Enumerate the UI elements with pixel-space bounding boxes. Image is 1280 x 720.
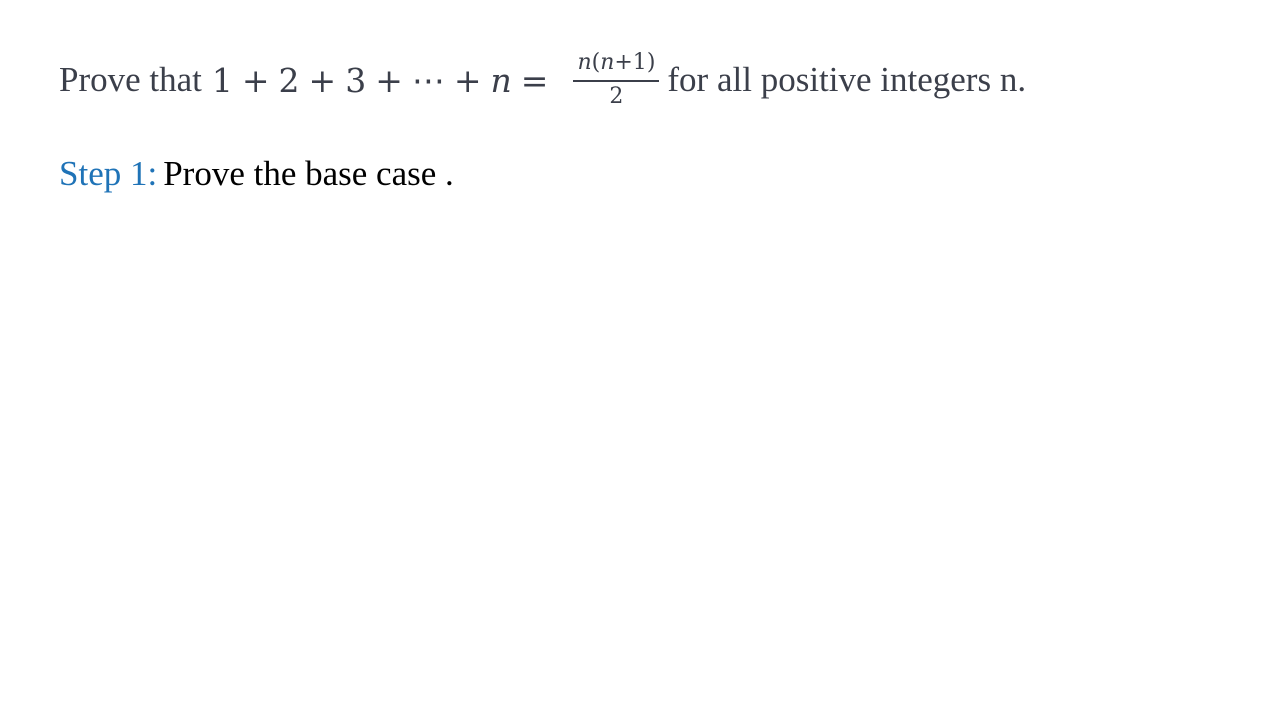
plus-sign-2: + — [308, 60, 337, 100]
sum-expression: 1 + 2 + 3 + ⋯ + n = — [212, 61, 558, 100]
step-1: Step 1: Prove the base case . — [59, 154, 454, 194]
numerator-inner-n: n — [600, 50, 615, 76]
problem-statement: Prove that 1 + 2 + 3 + ⋯ + n = n(n+1) 2 … — [59, 40, 1026, 120]
problem-suffix: for all positive integers n. — [667, 60, 1027, 99]
plus-sign-4: + — [453, 60, 482, 100]
term-1: 1 — [211, 60, 233, 100]
fraction-numerator: n(n+1) — [573, 50, 660, 82]
step-text: Prove the base case . — [163, 154, 454, 193]
equals-sign: = — [520, 60, 549, 100]
sum-formula-fraction: n(n+1) 2 — [573, 50, 660, 109]
numerator-n: n — [577, 50, 592, 76]
numerator-close-paren: ) — [646, 50, 656, 76]
problem-prefix: Prove that — [59, 60, 202, 99]
term-2: 2 — [278, 60, 300, 100]
numerator-open-paren: ( — [591, 50, 601, 76]
fraction-denominator: 2 — [609, 83, 624, 109]
numerator-plus-one: +1 — [614, 50, 647, 76]
term-3: 3 — [345, 60, 367, 100]
plus-sign-1: + — [241, 60, 270, 100]
step-label: Step 1: — [59, 154, 158, 193]
slide: Prove that 1 + 2 + 3 + ⋯ + n = n(n+1) 2 … — [0, 0, 1280, 720]
term-n: n — [490, 60, 512, 100]
plus-sign-3: + — [375, 60, 403, 100]
ellipsis: ⋯ — [411, 60, 445, 100]
